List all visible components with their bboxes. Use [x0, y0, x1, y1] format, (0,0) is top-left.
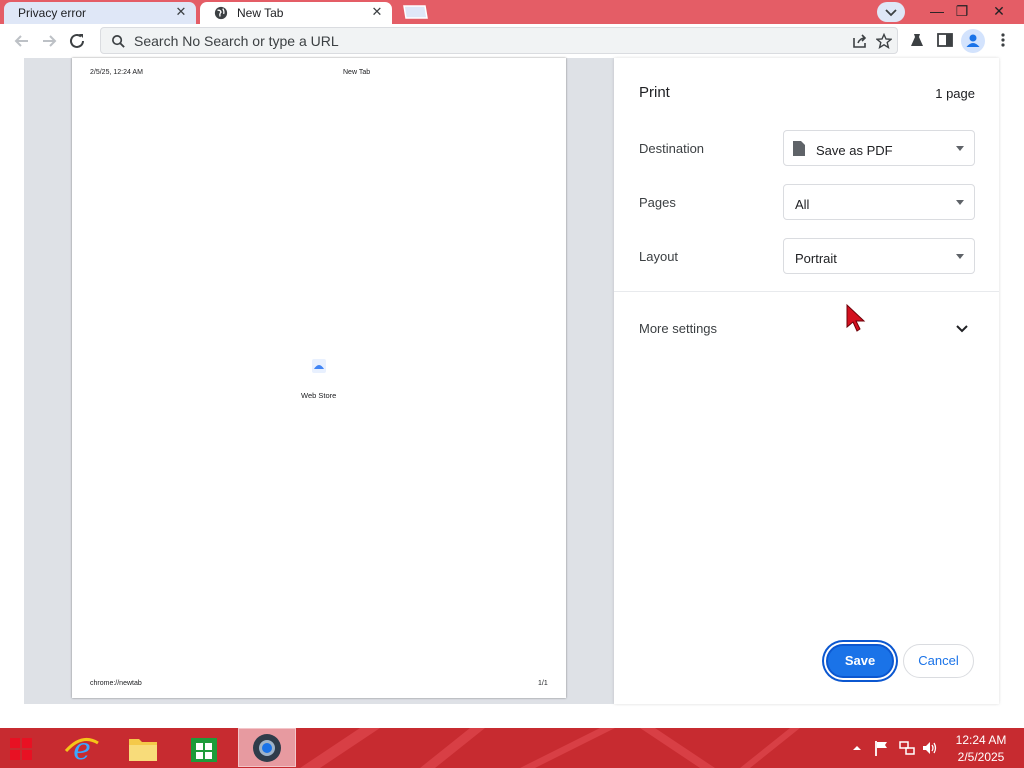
pages-select[interactable]: All	[783, 184, 975, 220]
tab-title: Privacy error	[18, 6, 87, 20]
chrome-icon	[253, 734, 281, 762]
print-title: Print	[639, 84, 670, 101]
tab-new-tab[interactable]: New Tab ✕	[200, 2, 392, 24]
show-hidden-icons-icon[interactable]	[850, 741, 864, 755]
chevron-down-icon	[956, 325, 968, 333]
page-header-date: 2/5/25, 12:24 AM	[90, 69, 143, 76]
pages-label: Pages	[639, 195, 676, 210]
tab-search-button[interactable]	[877, 2, 905, 22]
layout-label: Layout	[639, 249, 679, 264]
page-count: 1 page	[935, 86, 975, 101]
taskbar: e 12:24 AM 2/5/2025	[0, 728, 1024, 768]
address-bar-text: Search No Search or type a URL	[134, 33, 339, 49]
profile-button[interactable]	[961, 29, 985, 53]
page-footer-number: 1/1	[538, 680, 548, 687]
search-icon	[112, 35, 125, 48]
clock-date[interactable]: 2/5/2025	[945, 750, 1017, 764]
back-icon[interactable]	[11, 30, 33, 52]
star-icon[interactable]	[876, 33, 892, 49]
network-icon[interactable]	[898, 739, 916, 757]
divider	[614, 291, 999, 292]
new-tab-button[interactable]	[401, 5, 429, 19]
more-settings-label: More settings	[639, 321, 718, 336]
pdf-file-icon	[793, 141, 805, 156]
destination-select[interactable]: Save as PDF	[783, 130, 975, 166]
extensions-icon[interactable]	[908, 31, 926, 49]
reload-icon[interactable]	[66, 30, 88, 52]
save-button[interactable]: Save	[826, 644, 894, 678]
start-icon[interactable]	[0, 729, 56, 767]
menu-icon[interactable]	[994, 31, 1012, 49]
browser-toolbar: Search No Search or type a URL	[0, 24, 1024, 58]
web-store-icon	[312, 359, 326, 373]
pages-value: All	[795, 197, 810, 212]
page-header-title: New Tab	[343, 69, 371, 76]
side-panel-icon[interactable]	[936, 31, 954, 49]
layout-select[interactable]: Portrait	[783, 238, 975, 274]
share-icon[interactable]	[852, 33, 868, 49]
file-explorer-icon[interactable]	[115, 729, 171, 767]
chrome-taskbar-button[interactable]	[238, 728, 296, 767]
close-window-button[interactable]: ✕	[984, 0, 1014, 22]
tab-title: New Tab	[237, 6, 284, 20]
close-tab-icon[interactable]: ✕	[370, 5, 384, 19]
svg-text:e: e	[73, 732, 91, 767]
tab-strip: Privacy error ✕ New Tab ✕ — ❐ ✕	[0, 0, 1024, 24]
profile-icon	[966, 34, 980, 47]
internet-explorer-icon[interactable]: e	[54, 729, 110, 767]
address-bar[interactable]: Search No Search or type a URL	[100, 27, 898, 54]
dropdown-arrow-icon	[956, 200, 964, 205]
destination-label: Destination	[639, 141, 705, 156]
web-store-label: Web Store	[301, 391, 337, 400]
cancel-button[interactable]: Cancel	[903, 644, 974, 678]
more-settings-row[interactable]: More settings	[614, 308, 999, 348]
page-footer-url: chrome://newtab	[90, 680, 142, 687]
destination-value: Save as PDF	[816, 143, 893, 158]
dropdown-arrow-icon	[956, 146, 964, 151]
print-settings-panel: Print 1 page Destination Save as PDF Pag…	[614, 58, 999, 704]
chevron-down-icon	[885, 9, 897, 17]
tab-privacy-error[interactable]: Privacy error ✕	[4, 2, 196, 24]
layout-value: Portrait	[795, 251, 837, 266]
flag-icon[interactable]	[873, 739, 891, 757]
restore-button[interactable]: ❐	[947, 0, 977, 22]
preview-page: 2/5/25, 12:24 AM New Tab Web Store chrom…	[72, 58, 566, 698]
store-icon[interactable]	[176, 729, 232, 767]
clock-time[interactable]: 12:24 AM	[945, 733, 1017, 747]
dropdown-arrow-icon	[956, 254, 964, 259]
globe-icon	[214, 6, 228, 20]
close-tab-icon[interactable]: ✕	[174, 5, 188, 19]
volume-icon[interactable]	[921, 739, 939, 757]
mouse-cursor-icon	[846, 303, 866, 332]
forward-icon[interactable]	[38, 30, 60, 52]
